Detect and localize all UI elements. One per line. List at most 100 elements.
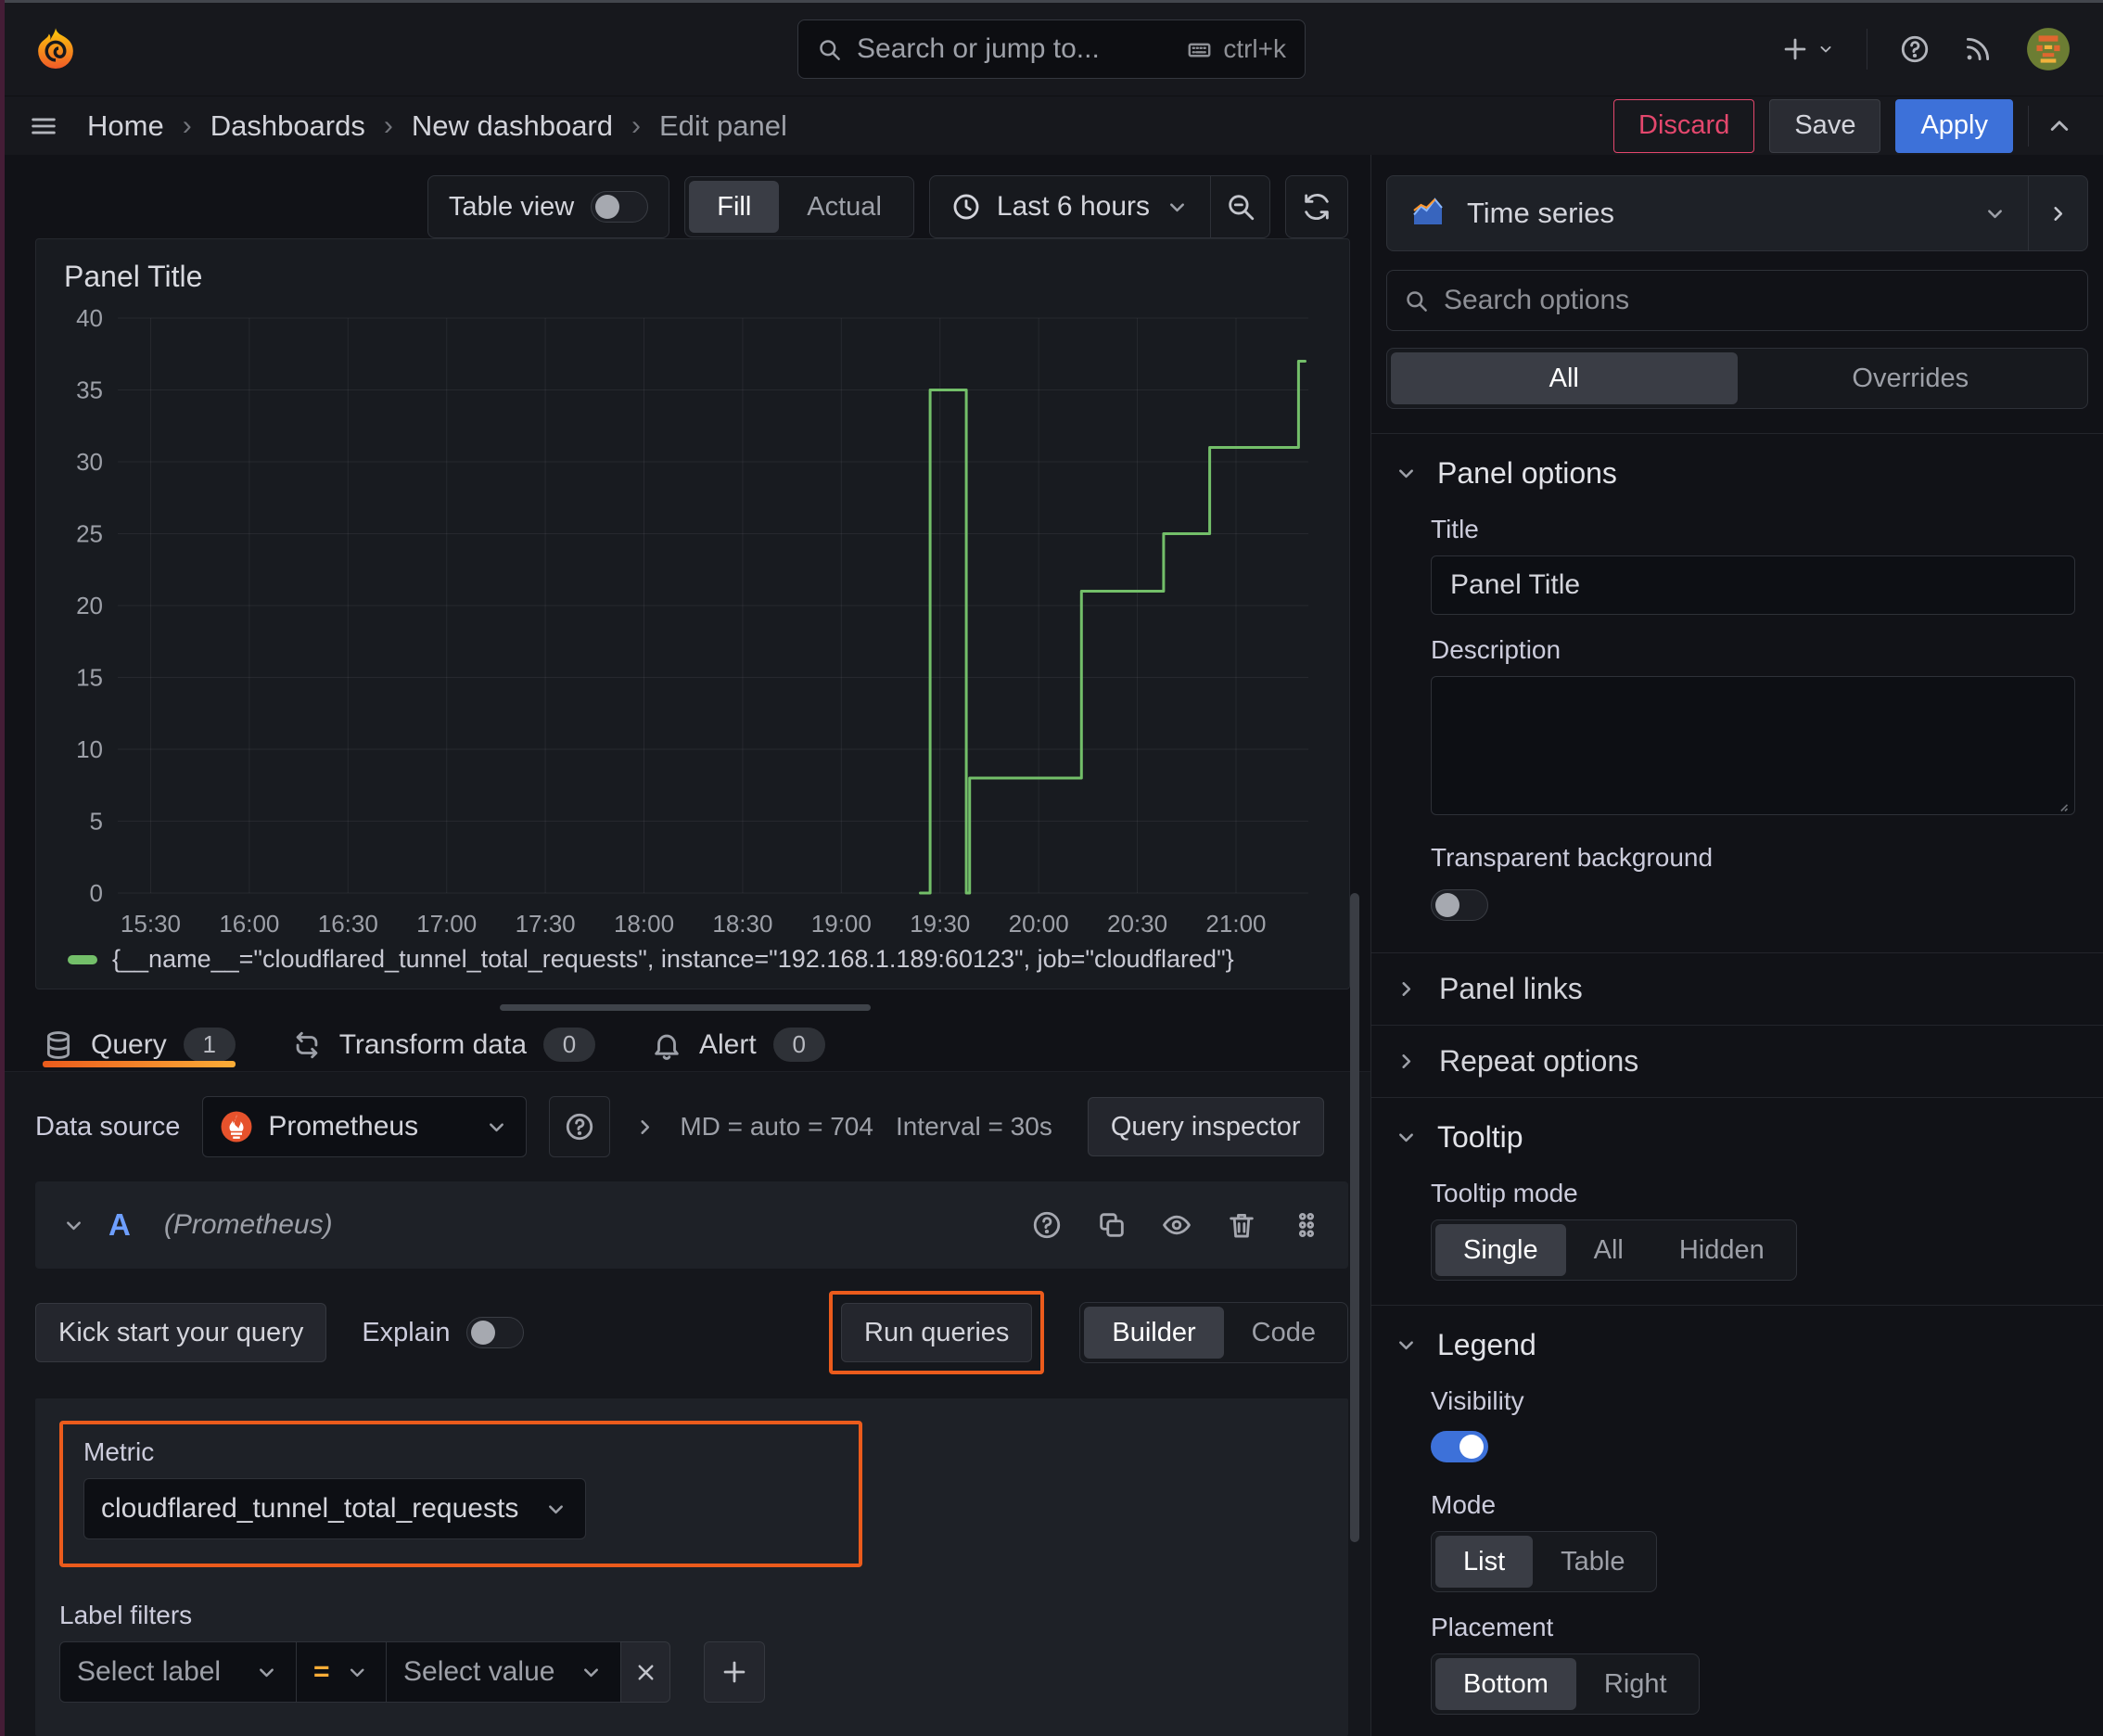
bell-icon xyxy=(655,1034,679,1060)
svg-text:20:30: 20:30 xyxy=(1107,910,1167,938)
tooltip-section-header[interactable]: Tooltip xyxy=(1386,1098,2088,1158)
visualization-picker[interactable]: Time series xyxy=(1387,176,2028,250)
database-icon xyxy=(46,1030,70,1059)
refresh-button[interactable] xyxy=(1286,191,1347,223)
query-inspector-button[interactable]: Query inspector xyxy=(1087,1097,1324,1156)
select-value-dropdown[interactable]: Select value xyxy=(386,1641,621,1703)
help-icon xyxy=(1901,35,1929,63)
tooltip-all-option[interactable]: All xyxy=(1566,1224,1651,1276)
breadcrumb-separator: › xyxy=(631,109,641,141)
collapse-header-button[interactable] xyxy=(2044,110,2075,142)
delete-query-icon[interactable] xyxy=(1226,1209,1257,1241)
select-label-dropdown[interactable]: Select label xyxy=(59,1641,297,1703)
tab-overrides[interactable]: Overrides xyxy=(1738,352,2084,404)
panel-links-section[interactable]: Panel links xyxy=(1386,953,2088,1025)
options-search-input[interactable] xyxy=(1444,285,2071,316)
fill-option[interactable]: Fill xyxy=(689,181,780,233)
query-row-header: A (Prometheus) xyxy=(35,1181,1348,1269)
transparent-background-toggle[interactable] xyxy=(1431,889,1488,921)
legend-mode-switch: List Table xyxy=(1431,1531,1658,1592)
svg-text:5: 5 xyxy=(90,808,103,836)
time-series-chart[interactable]: 0 5 10 15 20 25 30 35 40 15:30 16:00 16:30 17:00 17:3… xyxy=(58,296,1319,945)
disable-query-icon[interactable] xyxy=(1161,1209,1192,1241)
explain-toggle[interactable] xyxy=(466,1317,525,1348)
chevron-right-icon xyxy=(2054,206,2063,221)
tooltip-single-option[interactable]: Single xyxy=(1435,1224,1566,1276)
collapse-options-button[interactable] xyxy=(2028,176,2087,250)
tab-alert[interactable]: Alert 0 xyxy=(651,1018,825,1071)
actual-option[interactable]: Actual xyxy=(779,181,910,233)
drag-handle-icon[interactable] xyxy=(1291,1209,1322,1241)
title-label: Title xyxy=(1431,515,1479,543)
breadcrumb-new-dashboard[interactable]: New dashboard xyxy=(412,109,613,143)
zoom-out-button[interactable] xyxy=(1210,176,1269,237)
builder-option[interactable]: Builder xyxy=(1084,1307,1224,1359)
remove-filter-button[interactable] xyxy=(620,1641,670,1703)
label-filters-label: Label filters xyxy=(59,1601,193,1629)
metric-select[interactable]: cloudflared_tunnel_total_requests xyxy=(83,1478,586,1539)
run-queries-button[interactable]: Run queries xyxy=(841,1303,1033,1362)
search-input[interactable]: Search or jump to... ctrl+k xyxy=(797,19,1306,79)
operator-dropdown[interactable]: = xyxy=(296,1641,387,1703)
svg-text:18:00: 18:00 xyxy=(614,910,674,938)
interval-stat: Interval = 30s xyxy=(895,1112,1052,1141)
chevron-down-icon xyxy=(490,1122,504,1131)
save-button[interactable]: Save xyxy=(1769,98,1881,153)
legend-section-header[interactable]: Legend xyxy=(1386,1306,2088,1366)
query-ref-id[interactable]: A xyxy=(108,1207,131,1243)
time-range-picker[interactable]: Last 6 hours xyxy=(930,176,1210,237)
table-view-toggle[interactable] xyxy=(591,191,649,223)
kick-start-query-button[interactable]: Kick start your query xyxy=(35,1303,327,1362)
discard-button[interactable]: Discard xyxy=(1613,98,1755,153)
legend-visibility-toggle[interactable] xyxy=(1431,1431,1488,1462)
chevron-right-icon[interactable] xyxy=(632,1115,657,1140)
apply-button[interactable]: Apply xyxy=(1895,98,2013,153)
legend-placement-bottom[interactable]: Bottom xyxy=(1435,1658,1576,1710)
legend-mode-list[interactable]: List xyxy=(1435,1536,1534,1588)
query-help-icon[interactable] xyxy=(1031,1209,1063,1241)
query-editor-section: Data source Prometheus MD = auto = 704 I… xyxy=(0,1071,1370,1736)
breadcrumb-home[interactable]: Home xyxy=(87,109,164,143)
svg-text:20:00: 20:00 xyxy=(1009,910,1069,938)
tab-query[interactable]: Query 1 xyxy=(43,1018,236,1071)
new-button[interactable] xyxy=(1779,33,1835,65)
pane-resize-handle[interactable] xyxy=(500,1004,871,1012)
add-filter-button[interactable] xyxy=(704,1641,765,1703)
repeat-options-section[interactable]: Repeat options xyxy=(1386,1026,2088,1097)
code-option[interactable]: Code xyxy=(1224,1307,1344,1359)
help-button[interactable] xyxy=(1899,33,1931,65)
duplicate-query-icon[interactable] xyxy=(1096,1209,1128,1241)
description-label: Description xyxy=(1431,635,1561,664)
panel-title: Panel Title xyxy=(64,260,203,293)
avatar[interactable] xyxy=(2025,26,2071,72)
grafana-logo-icon[interactable] xyxy=(32,25,80,73)
chevron-down-icon xyxy=(549,1504,563,1513)
datasource-picker[interactable]: Prometheus xyxy=(202,1096,528,1157)
svg-text:30: 30 xyxy=(76,448,103,476)
edit-panel-main: Table view Fill Actual Last 6 hours Pane… xyxy=(0,155,1370,1736)
svg-text:17:00: 17:00 xyxy=(416,910,477,938)
chart-legend-item[interactable]: {__name__="cloudflared_tunnel_total_requ… xyxy=(58,945,1331,983)
svg-text:0: 0 xyxy=(90,879,103,907)
options-search[interactable] xyxy=(1386,270,2088,331)
legend-placement-right[interactable]: Right xyxy=(1576,1658,1695,1710)
time-range-control: Last 6 hours xyxy=(928,175,1270,238)
tooltip-hidden-option[interactable]: Hidden xyxy=(1651,1224,1792,1276)
breadcrumb-dashboards[interactable]: Dashboards xyxy=(210,109,365,143)
datasource-label: Data source xyxy=(35,1111,181,1142)
main-scrollbar[interactable] xyxy=(1350,893,1359,1542)
menu-toggle-button[interactable] xyxy=(28,110,59,142)
chevron-down-icon xyxy=(1820,46,1831,53)
svg-text:20: 20 xyxy=(76,592,103,619)
datasource-help-button[interactable] xyxy=(549,1096,611,1157)
legend-mode-table[interactable]: Table xyxy=(1533,1536,1652,1588)
tab-all[interactable]: All xyxy=(1391,352,1738,404)
tab-transform-data[interactable]: Transform data 0 xyxy=(291,1018,595,1071)
panel-options-section-header[interactable]: Panel options xyxy=(1386,434,2088,494)
fill-actual-switch: Fill Actual xyxy=(684,176,914,237)
resize-corner-icon[interactable] xyxy=(2051,795,2070,813)
description-textarea[interactable] xyxy=(1431,676,2075,815)
collapse-query-icon[interactable] xyxy=(61,1213,86,1238)
panel-title-input[interactable] xyxy=(1431,555,2075,615)
news-button[interactable] xyxy=(1962,33,1994,65)
